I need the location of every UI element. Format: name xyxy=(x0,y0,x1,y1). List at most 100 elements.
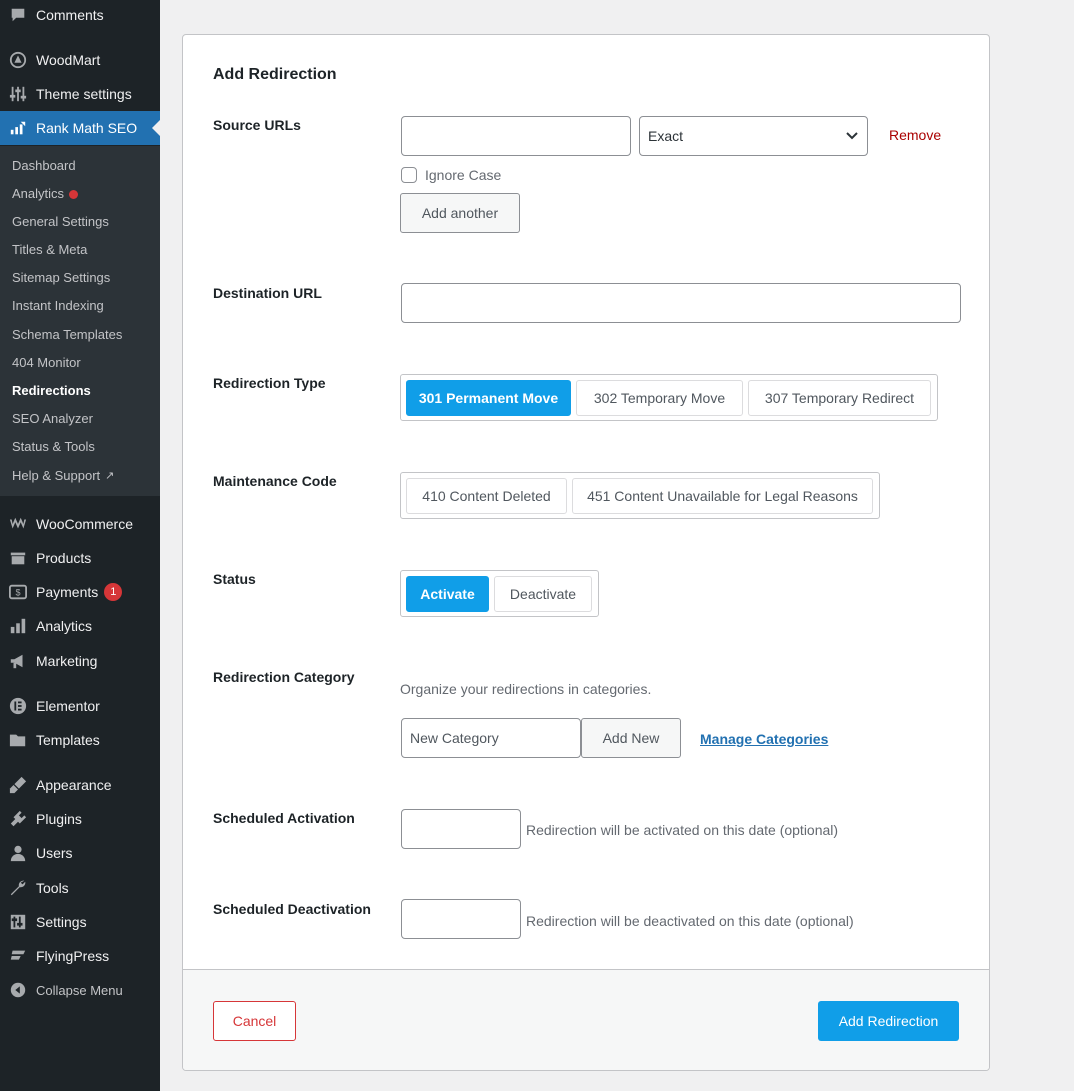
collapse-menu-button[interactable]: Collapse Menu xyxy=(0,973,160,1007)
menu-item-payments[interactable]: $ Payments 1 xyxy=(0,575,160,609)
flyingpress-icon xyxy=(0,947,36,965)
submenu-label: Status & Tools xyxy=(12,439,95,454)
menu-item-woodmart[interactable]: WoodMart xyxy=(0,43,160,77)
activation-description: Redirection will be activated on this da… xyxy=(526,822,839,838)
cancel-button[interactable]: Cancel xyxy=(213,1001,296,1041)
deactivation-date-input[interactable] xyxy=(401,899,521,939)
type-307-button[interactable]: 307 Temporary Redirect xyxy=(748,380,931,416)
add-new-category-button[interactable]: Add New xyxy=(581,718,681,758)
submenu-item-instant-indexing[interactable]: Instant Indexing xyxy=(12,296,104,316)
source-url-input[interactable] xyxy=(401,116,631,156)
menu-item-users[interactable]: Users xyxy=(0,836,160,870)
submenu-label: Sitemap Settings xyxy=(12,270,111,285)
match-type-value: Exact xyxy=(648,128,684,144)
submenu-item-schema-templates[interactable]: Schema Templates xyxy=(12,325,122,345)
analytics-icon xyxy=(0,617,36,635)
remove-source-link[interactable]: Remove xyxy=(889,127,941,143)
submenu-item-redirections[interactable]: Redirections xyxy=(12,381,91,401)
match-type-select[interactable]: Exact xyxy=(639,116,868,156)
deactivate-button[interactable]: Deactivate xyxy=(494,576,592,612)
menu-item-settings[interactable]: Settings xyxy=(0,905,160,939)
menu-item-elementor[interactable]: Elementor xyxy=(0,689,160,723)
sliders-icon xyxy=(0,85,36,103)
code-410-button[interactable]: 410 Content Deleted xyxy=(406,478,567,514)
status-group: Activate Deactivate xyxy=(400,570,599,617)
submenu-item-dashboard[interactable]: Dashboard xyxy=(12,156,76,176)
submenu-item-titles-meta[interactable]: Titles & Meta xyxy=(12,240,87,260)
collapse-arrow-icon xyxy=(0,981,36,999)
rank-math-submenu: Dashboard Analytics General Settings Tit… xyxy=(0,146,160,496)
rank-math-icon xyxy=(0,119,36,137)
woodmart-icon xyxy=(0,51,36,69)
megaphone-icon xyxy=(0,652,36,670)
menu-item-label: Plugins xyxy=(36,811,82,827)
menu-item-marketing[interactable]: Marketing xyxy=(0,644,160,678)
menu-item-flyingpress[interactable]: FlyingPress xyxy=(0,939,160,973)
destination-url-label: Destination URL xyxy=(213,285,322,301)
type-302-button[interactable]: 302 Temporary Move xyxy=(576,380,743,416)
add-another-button[interactable]: Add another xyxy=(400,193,520,233)
menu-item-templates[interactable]: Templates xyxy=(0,723,160,757)
menu-item-label: Rank Math SEO xyxy=(36,120,138,136)
submenu-item-analytics[interactable]: Analytics xyxy=(12,184,79,204)
menu-item-label: Comments xyxy=(36,7,104,23)
activate-button[interactable]: Activate xyxy=(406,576,489,612)
users-icon xyxy=(0,844,36,862)
comment-icon xyxy=(0,6,36,24)
menu-item-products[interactable]: Products xyxy=(0,541,160,575)
submenu-label: Help & Support xyxy=(12,468,101,483)
type-301-button[interactable]: 301 Permanent Move xyxy=(406,380,571,416)
submenu-label: Instant Indexing xyxy=(12,298,104,313)
collapse-menu-label: Collapse Menu xyxy=(36,982,123,998)
menu-item-rank-math-seo[interactable]: Rank Math SEO xyxy=(0,111,160,145)
menu-item-comments[interactable]: Comments xyxy=(0,0,160,32)
submenu-label: 404 Monitor xyxy=(12,355,81,370)
menu-item-label: Payments xyxy=(36,584,99,600)
submenu-label: Dashboard xyxy=(12,158,76,173)
submenu-label: Schema Templates xyxy=(12,327,123,342)
activation-date-input[interactable] xyxy=(401,809,521,849)
new-category-input[interactable] xyxy=(401,718,581,758)
chevron-down-icon xyxy=(846,132,858,140)
scheduled-activation-label: Scheduled Activation xyxy=(213,810,355,826)
submenu-item-sitemap-settings[interactable]: Sitemap Settings xyxy=(12,268,110,288)
menu-item-label: Tools xyxy=(36,880,69,896)
menu-item-analytics[interactable]: Analytics xyxy=(0,609,160,643)
menu-item-label: WooCommerce xyxy=(36,516,133,532)
submenu-item-404-monitor[interactable]: 404 Monitor xyxy=(12,353,81,373)
maintenance-code-label: Maintenance Code xyxy=(213,473,337,489)
submenu-label: Analytics xyxy=(12,186,65,201)
submenu-item-status-tools[interactable]: Status & Tools xyxy=(12,437,95,457)
submenu-item-seo-analyzer[interactable]: SEO Analyzer xyxy=(12,409,93,429)
code-451-button[interactable]: 451 Content Unavailable for Legal Reason… xyxy=(572,478,873,514)
status-label: Status xyxy=(213,571,256,587)
menu-item-theme-settings[interactable]: Theme settings xyxy=(0,77,160,111)
maintenance-code-group: 410 Content Deleted 451 Content Unavaila… xyxy=(400,472,880,519)
add-redirection-button[interactable]: Add Redirection xyxy=(818,1001,959,1041)
add-redirection-card: Add Redirection Source URLs Exact Remove… xyxy=(182,34,990,1071)
payments-count-badge: 1 xyxy=(104,583,123,601)
menu-item-label: WoodMart xyxy=(36,52,101,68)
menu-item-appearance[interactable]: Appearance xyxy=(0,768,160,802)
submenu-label: SEO Analyzer xyxy=(12,411,93,426)
menu-item-tools[interactable]: Tools xyxy=(0,871,160,905)
folder-icon xyxy=(0,731,36,749)
menu-item-woocommerce[interactable]: WooCommerce xyxy=(0,507,160,541)
menu-item-label: Settings xyxy=(36,914,87,930)
submenu-label: Redirections xyxy=(12,383,91,398)
submenu-item-general-settings[interactable]: General Settings xyxy=(12,212,109,232)
menu-item-plugins[interactable]: Plugins xyxy=(0,802,160,836)
manage-categories-link[interactable]: Manage Categories xyxy=(700,731,828,747)
destination-url-input[interactable] xyxy=(401,283,961,323)
ignore-case-checkbox[interactable] xyxy=(401,167,417,183)
menu-item-label: Appearance xyxy=(36,777,112,793)
menu-item-label: Users xyxy=(36,845,73,861)
menu-item-label: FlyingPress xyxy=(36,948,110,964)
redirection-category-label: Redirection Category xyxy=(213,669,355,685)
submenu-item-help-support[interactable]: Help & Support ↗ xyxy=(12,466,114,486)
source-urls-label: Source URLs xyxy=(213,117,301,133)
svg-text:$: $ xyxy=(15,588,20,598)
redirection-type-group: 301 Permanent Move 302 Temporary Move 30… xyxy=(400,374,938,421)
wrench-icon xyxy=(0,879,36,897)
menu-item-label: Analytics xyxy=(36,618,93,634)
